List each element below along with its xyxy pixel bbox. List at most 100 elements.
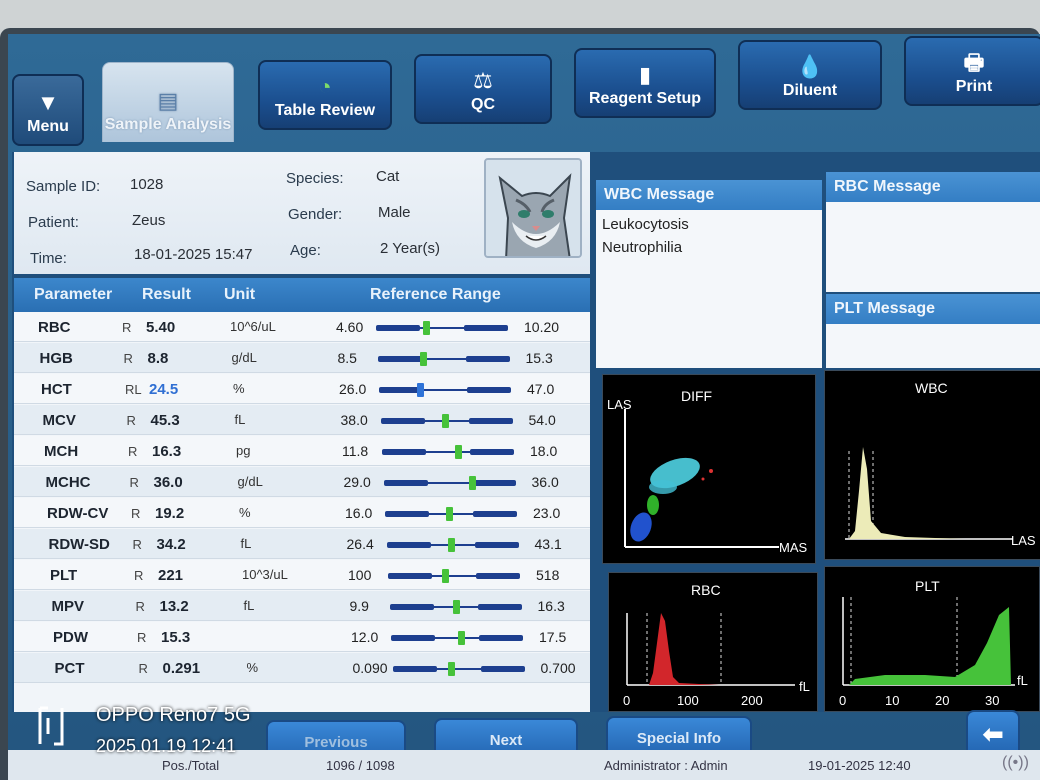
rbc-message-title: RBC Message [826,172,1040,202]
result-value: 0.291 [162,660,201,677]
reference-range-bar [377,352,510,366]
species-label: Species: [286,170,344,187]
range-high: 518 [536,567,560,583]
parameter-row[interactable]: PLT R 221 10^3/uL 100 518 [14,560,590,590]
range-high: 16.3 [537,598,565,614]
range-high: 23.0 [533,505,561,521]
parameter-row[interactable]: HGB R 8.8 g/dL 8.5 15.3 [14,343,590,373]
tab-reagent-setup[interactable]: ▮ Reagent Setup [574,48,716,118]
sample-id-label: Sample ID: [26,178,101,195]
wbc-message-panel: WBC Message Leukocytosis Neutrophilia [596,180,822,368]
range-bar-left-segment [380,418,425,424]
tab-qc[interactable]: ⚖ QC [414,54,552,124]
range-low: 100 [348,567,372,583]
result-flag: R [134,568,144,583]
result-value: 13.2 [159,598,189,615]
parameter-row[interactable]: PCT R 0.291% 0.090 0.700 [14,653,590,683]
reference-range-bar [383,476,516,490]
result-value: 221 [158,567,184,584]
tab-print[interactable]: 🖶 Print [904,36,1040,106]
result-marker [448,538,456,552]
plt-histogram-plot: PLT 0 10 20 30 fL [839,578,1028,708]
diff-title: DIFF [681,388,712,404]
parameter-row[interactable]: RBC R 5.40 10^6/uL 4.60 10.20 [14,312,590,342]
time-label: Time: [30,250,67,267]
wbc-message-line: Leukocytosis [602,216,689,233]
range-high: 47.0 [527,381,555,397]
unit-value: fL [234,412,246,427]
age-value: 2 Year(s) [380,240,441,257]
parameter-row[interactable]: RDW-SD R 34.2 fL 26.4 43.1 [14,529,590,559]
sample-id-value: 1028 [130,176,164,193]
parameter-row[interactable]: RDW-CV R 19.2% 16.0 23.0 [14,498,590,528]
parameter-row[interactable]: MPV R 13.2 fL 9.9 16.3 [14,591,590,621]
result-marker [441,414,449,428]
range-bar-left-segment [386,542,431,548]
tab-table-review[interactable]: ◔ Table Review [258,60,392,130]
unit-value: g/dL [231,350,257,365]
range-bar-right-segment [468,418,513,424]
cat-species-image [484,158,582,258]
tab-sample-analysis[interactable]: ▤ Sample Analysis [102,62,234,142]
printer-icon: 🖶 [963,50,985,75]
range-bar-left-segment [385,511,429,517]
age-label: Age: [290,242,321,259]
pos-total-value: 1096 / 1098 [326,758,395,773]
range-low: 26.4 [346,536,374,552]
parameter-row[interactable]: MCHC R 36.0 g/dL 29.0 36.0 [14,467,590,497]
droplet-plus-icon: 💧 [796,54,824,79]
result-marker [420,352,428,366]
range-bar-right-segment [477,604,522,610]
wbc-histogram-plot: WBC LAS [845,380,1036,548]
parameter-name: RBC [38,319,71,336]
result-flag: R [132,537,142,552]
reference-range-bar [385,507,517,521]
range-bar-middle [432,575,476,577]
result-marker [455,445,463,459]
range-high: 36.0 [531,474,559,490]
result-value: 5.40 [146,319,176,336]
parameter-row[interactable]: MCH R 16.3 pg 11.8 18.0 [14,436,590,466]
parameter-rows: RBC R 5.40 10^6/uL 4.60 10.20 HGB R 8.8 g/dL 8.5 15… [14,312,590,712]
parameter-row[interactable]: HCT RL 24.5% 26.0 47.0 [14,374,590,404]
plt-histogram[interactable]: PLT 0 10 20 30 fL [824,566,1040,712]
diff-x-label: MAS [779,540,808,555]
species-value: Cat [376,168,400,185]
parameter-row[interactable]: PDW R 15.3 12.0 17.5 [14,622,590,652]
range-bar-right-segment [479,635,523,641]
diff-scattergram[interactable]: LAS DIFF MAS [602,374,816,564]
parameter-name: PDW [53,629,88,646]
parameter-name: PLT [50,567,78,584]
result-flag: R [135,599,145,614]
parameter-table: Parameter Result Unit Reference Range RB… [14,278,590,712]
unit-value: g/dL [237,474,263,489]
tab-diluent[interactable]: 💧 Diluent [738,40,882,110]
result-flag: R [126,413,136,428]
main-toolbar: ▼ Menu ▤ Sample Analysis ◔ Table Review … [8,34,1040,146]
rbc-histogram[interactable]: RBC 0 100 200 fL [608,572,818,712]
result-value: 15.3 [161,629,191,646]
result-marker [441,569,449,583]
diff-plot: LAS DIFF MAS [607,388,808,555]
result-value: 8.8 [147,350,169,367]
camera-logo-icon [36,704,66,752]
range-bar-right-segment [471,480,516,486]
triangle-down-icon: ▼ [37,90,59,115]
range-low: 9.9 [349,598,369,614]
parameter-name: PCT [54,660,85,677]
cat-illustration-icon [486,160,580,256]
result-value: 24.5 [149,381,179,398]
tab-sample-analysis-label: Sample Analysis [104,116,232,133]
range-bar-right-segment [464,325,508,331]
wbc-histogram[interactable]: WBC LAS [824,370,1040,560]
col-parameter: Parameter [34,286,113,303]
menu-button[interactable]: ▼ Menu [12,74,84,146]
range-bar-left-segment [388,573,432,579]
gender-label: Gender: [288,206,343,223]
tab-diluent-label: Diluent [782,82,838,99]
range-low: 16.0 [345,505,373,521]
parameter-row[interactable]: MCV R 45.3 fL 38.0 54.0 [14,405,590,435]
range-high: 10.20 [524,319,560,335]
tab-reagent-setup-label: Reagent Setup [588,90,701,107]
result-value: 45.3 [150,412,180,429]
